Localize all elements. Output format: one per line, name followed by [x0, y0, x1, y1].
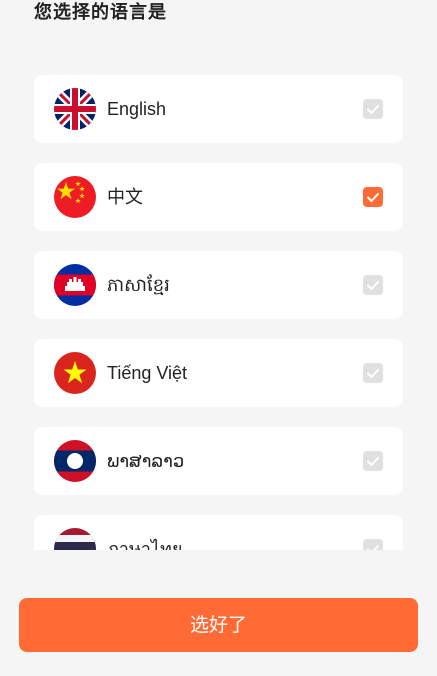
language-label: English: [107, 99, 167, 119]
checkbox[interactable]: [363, 539, 383, 550]
language-option-vietnamese[interactable]: Tiếng Việt: [34, 339, 403, 407]
language-list[interactable]: English 中文 ភាសាខ្មែរ Tiếng Việt ພາສາລາວ …: [0, 60, 437, 550]
thailand-flag-icon: [54, 528, 96, 550]
page-title: 您选择的语言是: [34, 2, 167, 23]
language-option-lao[interactable]: ພາສາລາວ: [34, 427, 403, 495]
checkbox[interactable]: [363, 363, 383, 383]
china-flag-icon: [54, 176, 96, 218]
checkbox-checked[interactable]: [363, 187, 383, 207]
vietnam-flag-icon: [54, 352, 96, 394]
language-label: ພາສາລາວ: [107, 451, 185, 471]
language-option-thai[interactable]: ภาษาไทย: [34, 515, 403, 550]
language-option-khmer[interactable]: ភាសាខ្មែរ: [34, 251, 403, 319]
checkbox[interactable]: [363, 451, 383, 471]
language-label: ภาษาไทย: [107, 539, 183, 550]
confirm-button[interactable]: 选好了: [19, 598, 418, 652]
language-label: 中文: [107, 187, 143, 207]
language-option-chinese[interactable]: 中文: [34, 163, 403, 231]
uk-flag-icon: [54, 88, 96, 130]
cambodia-flag-icon: [54, 264, 96, 306]
language-label: ភាសាខ្មែរ: [107, 275, 170, 295]
checkbox[interactable]: [363, 99, 383, 119]
laos-flag-icon: [54, 440, 96, 482]
language-option-english[interactable]: English: [34, 75, 403, 143]
checkbox[interactable]: [363, 275, 383, 295]
language-label: Tiếng Việt: [107, 363, 188, 383]
